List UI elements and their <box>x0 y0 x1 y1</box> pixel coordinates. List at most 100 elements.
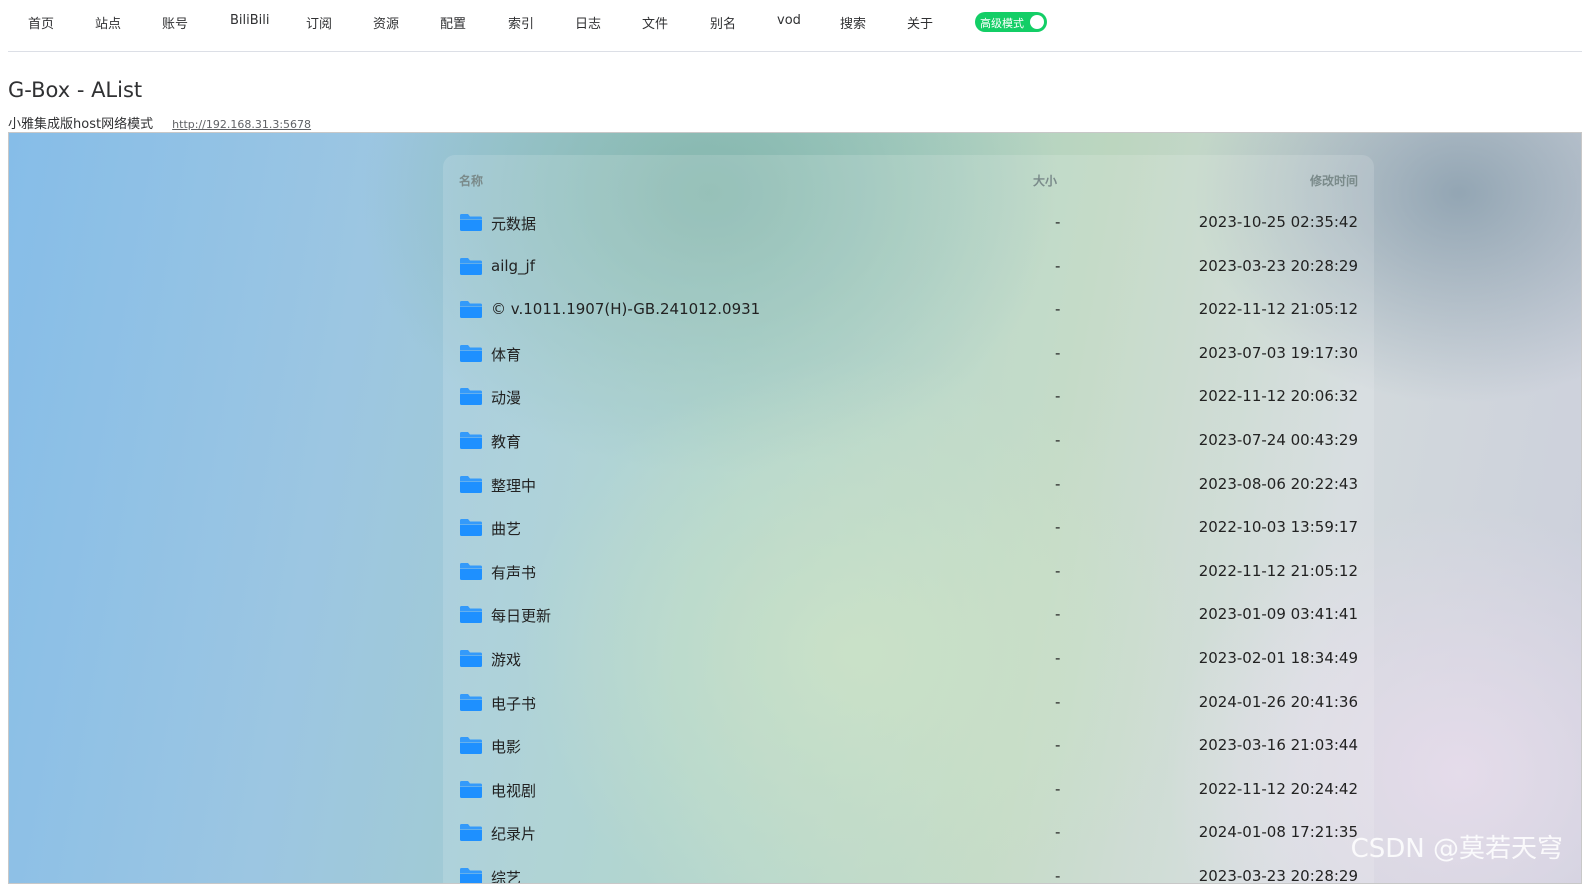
file-row[interactable]: 每日更新 - 2023-01-09 03:41:41 <box>443 593 1374 636</box>
folder-icon <box>460 344 482 362</box>
file-name[interactable]: 曲艺 <box>491 518 521 539</box>
folder-icon <box>460 432 482 449</box>
file-modified-time: 2024-01-26 20:41:36 <box>1198 692 1358 711</box>
file-name[interactable]: 电子书 <box>491 693 536 714</box>
page-subtitle-row: 小雅集成版host网络模式 http://192.168.31.3:5678 <box>8 113 311 132</box>
alist-embedded-frame: 名称 大小 修改时间 元数据 - 2023-10-25 02:35:42 ailg_j… <box>8 132 1582 884</box>
folder-icon <box>460 650 482 667</box>
nav-item-logs[interactable]: 日志 <box>575 13 601 32</box>
file-name[interactable]: 纪录片 <box>491 823 536 844</box>
file-size: - <box>1055 256 1061 275</box>
file-row[interactable]: 体育 - 2023-07-03 19:17:30 <box>443 332 1374 375</box>
file-name[interactable]: 整理中 <box>491 475 536 496</box>
file-name[interactable]: 电影 <box>491 736 521 757</box>
file-name[interactable]: 有声书 <box>491 562 536 583</box>
file-size: - <box>1055 474 1061 493</box>
folder-icon <box>460 475 482 493</box>
file-row[interactable]: 电影 - 2023-03-16 21:03:44 <box>443 724 1374 767</box>
file-name[interactable]: 每日更新 <box>491 605 551 626</box>
file-modified-time: 2022-11-12 21:05:12 <box>1198 300 1358 319</box>
file-row[interactable]: 电子书 - 2024-01-26 20:41:36 <box>443 681 1374 724</box>
nav-item-aliases[interactable]: 别名 <box>710 13 736 32</box>
nav-item-about[interactable]: 关于 <box>907 13 933 32</box>
file-name[interactable]: 元数据 <box>491 213 536 234</box>
nav-item-sites[interactable]: 站点 <box>95 13 121 32</box>
file-name[interactable]: 教育 <box>491 431 521 452</box>
file-modified-time: 2023-07-03 19:17:30 <box>1198 343 1358 362</box>
file-modified-time: 2023-03-23 20:28:29 <box>1198 256 1358 275</box>
file-size: - <box>1055 561 1061 580</box>
nav-item-bilibili[interactable]: BiliBili <box>230 13 270 28</box>
advanced-mode-toggle[interactable]: 高级模式 <box>975 12 1047 32</box>
file-modified-time: 2022-10-03 13:59:17 <box>1198 518 1358 537</box>
nav-item-index[interactable]: 索引 <box>508 13 534 32</box>
file-size: - <box>1055 779 1061 798</box>
alist-url-link[interactable]: http://192.168.31.3:5678 <box>172 118 311 131</box>
file-size: - <box>1055 823 1061 842</box>
file-size: - <box>1055 343 1061 362</box>
file-row[interactable]: 电视剧 - 2022-11-12 20:24:42 <box>443 768 1374 811</box>
folder-icon <box>460 780 482 798</box>
file-modified-time: 2023-08-06 20:22:43 <box>1198 474 1358 493</box>
file-size: - <box>1055 300 1061 319</box>
file-modified-time: 2022-11-12 20:06:32 <box>1198 387 1358 406</box>
file-row[interactable]: 综艺 - 2023-03-23 20:28:29 <box>443 855 1374 884</box>
page-title: G-Box - AList <box>8 78 143 102</box>
nav-item-accounts[interactable]: 账号 <box>162 13 188 32</box>
file-modified-time: 2023-03-16 21:03:44 <box>1198 736 1358 755</box>
file-name[interactable]: ailg_jf <box>491 257 535 275</box>
file-size: - <box>1055 649 1061 667</box>
header-modified[interactable]: 修改时间 <box>1310 172 1358 189</box>
nav-item-search[interactable]: 搜索 <box>840 13 866 32</box>
file-name[interactable]: 电视剧 <box>491 780 536 801</box>
nav-item-vod[interactable]: vod <box>777 13 801 28</box>
folder-icon <box>460 519 482 537</box>
file-size: - <box>1055 518 1061 537</box>
file-name[interactable]: 综艺 <box>491 867 521 883</box>
file-list-header: 名称 大小 修改时间 <box>443 172 1374 190</box>
file-row[interactable]: 动漫 - 2022-11-12 20:06:32 <box>443 375 1374 418</box>
file-row[interactable]: 曲艺 - 2022-10-03 13:59:17 <box>443 506 1374 549</box>
folder-icon <box>460 214 482 231</box>
file-size: - <box>1055 213 1061 231</box>
file-row[interactable]: 游戏 - 2023-02-01 18:34:49 <box>443 637 1374 680</box>
folder-icon <box>460 868 482 883</box>
nav-item-subscriptions[interactable]: 订阅 <box>306 13 332 32</box>
file-modified-time: 2023-03-23 20:28:29 <box>1198 867 1358 884</box>
file-size: - <box>1055 431 1061 449</box>
nav-item-resources[interactable]: 资源 <box>373 13 399 32</box>
folder-icon <box>460 824 482 842</box>
folder-icon <box>460 257 482 275</box>
file-row[interactable]: © v.1011.1907(H)-GB.241012.0931 - 2022-11-… <box>443 288 1374 331</box>
file-row[interactable]: 有声书 - 2022-11-12 21:05:12 <box>443 550 1374 593</box>
file-row[interactable]: 整理中 - 2023-08-06 20:22:43 <box>443 463 1374 506</box>
header-name[interactable]: 名称 <box>459 172 483 189</box>
folder-icon <box>460 562 482 580</box>
file-size: - <box>1055 387 1061 406</box>
file-size: - <box>1055 736 1061 755</box>
file-name[interactable]: © v.1011.1907(H)-GB.241012.0931 <box>491 300 760 318</box>
watermark: CSDN @莫若天穹 <box>1350 834 1563 864</box>
nav-item-files[interactable]: 文件 <box>642 13 668 32</box>
file-list-panel: 名称 大小 修改时间 元数据 - 2023-10-25 02:35:42 ailg_j… <box>443 155 1374 884</box>
file-modified-time: 2023-02-01 18:34:49 <box>1198 649 1358 667</box>
header-size[interactable]: 大小 <box>1033 172 1057 189</box>
file-row[interactable]: 元数据 - 2023-10-25 02:35:42 <box>443 201 1374 244</box>
file-name[interactable]: 体育 <box>491 344 521 365</box>
file-size: - <box>1055 692 1061 711</box>
folder-icon <box>460 301 482 319</box>
nav-item-home[interactable]: 首页 <box>28 13 54 32</box>
file-name[interactable]: 动漫 <box>491 387 521 408</box>
file-modified-time: 2023-01-09 03:41:41 <box>1198 605 1358 624</box>
file-modified-time: 2022-11-12 21:05:12 <box>1198 561 1358 580</box>
file-modified-time: 2022-11-12 20:24:42 <box>1198 779 1358 798</box>
file-row[interactable]: 纪录片 - 2024-01-08 17:21:35 <box>443 811 1374 854</box>
file-row[interactable]: 教育 - 2023-07-24 00:43:29 <box>443 419 1374 462</box>
file-modified-time: 2023-07-24 00:43:29 <box>1198 431 1358 449</box>
file-modified-time: 2023-10-25 02:35:42 <box>1198 213 1358 231</box>
nav-item-config[interactable]: 配置 <box>440 13 466 32</box>
file-name[interactable]: 游戏 <box>491 649 521 670</box>
folder-icon <box>460 737 482 755</box>
advanced-mode-label: 高级模式 <box>980 17 1024 30</box>
file-row[interactable]: ailg_jf - 2023-03-23 20:28:29 <box>443 245 1374 288</box>
